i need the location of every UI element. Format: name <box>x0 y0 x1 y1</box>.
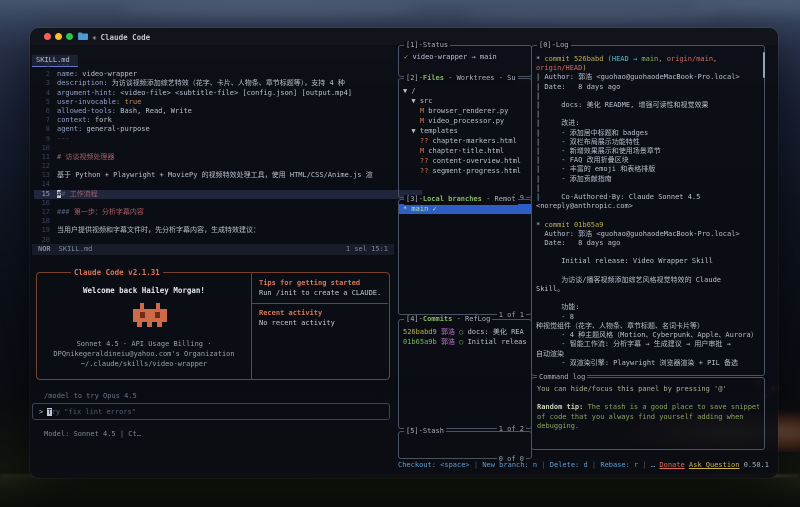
git-branches-panel-title: [3]-Local branches - Remot <box>404 195 518 205</box>
prompt-input[interactable]: > Try "fix lint errors" <box>32 403 390 420</box>
command-log-panel-title: Command log <box>537 373 587 383</box>
window-title: ✳ Claude Code <box>78 32 150 42</box>
git-status-panel-title: [1]-Status <box>404 41 450 51</box>
git-commits-panel[interactable]: [4]-Commits - RefLog 526babd9 郭浩 ○ docs:… <box>398 319 532 429</box>
desktop: ✳ Claude Code SKILL.md 1---2name: video-… <box>0 0 800 507</box>
statusbar-position: 1 sel 15:1 <box>346 244 388 255</box>
claude-box-right-column: Tips for getting started Run /init to cr… <box>251 273 388 379</box>
command-log-content: You can hide/focus this panel by pressin… <box>532 378 764 431</box>
model-status-line: Model: Sonnet 4.5 | Ct… <box>44 430 141 438</box>
account-info: Sonnet 4.5 - API Usage Billing · DPQnike… <box>37 339 251 369</box>
claude-box-left-column: Welcome back Hailey Morgan! Sonnet 4. <box>37 273 251 379</box>
lazygit-options-bar[interactable]: Checkout: <space> | New branch: n | Dele… <box>398 459 776 471</box>
git-log-panel[interactable]: [0]-Log * commit 526babd (HEAD → main, o… <box>531 45 765 376</box>
model-hint: /model to try Opus 4.5 <box>44 392 137 400</box>
maximize-icon[interactable] <box>66 33 73 40</box>
welcome-message: Welcome back Hailey Morgan! <box>37 286 251 295</box>
git-files-panel-title: [2]-Files - Worktrees - Su <box>404 74 518 84</box>
git-branches-count: 1 of 1 <box>497 311 526 319</box>
account-organization: DPQnikegeraldineiu@yahoo.com's Organizat… <box>37 349 251 359</box>
git-stash-panel[interactable]: [5]-Stash 0 of 0 <box>398 431 532 459</box>
wallpaper-cloud <box>460 8 720 21</box>
terminal-window: ✳ Claude Code SKILL.md 1---2name: video-… <box>30 28 778 478</box>
working-directory: ~/.claude/skills/video-wrapper <box>37 359 251 369</box>
editor-statusbar: NOR SKILL.md 1 sel 15:1 <box>32 244 394 255</box>
editor-mode: NOR <box>38 245 51 253</box>
editor-buffer[interactable]: 1---2name: video-wrapper3description: 为访… <box>34 61 422 245</box>
git-file-tree[interactable]: ▼ / ▼ src M browser_renderer.py M video_… <box>399 79 531 176</box>
minimize-icon[interactable] <box>55 33 62 40</box>
git-commits-panel-title: [4]-Commits - RefLog <box>404 315 492 325</box>
tips-title: Tips for getting started <box>259 279 381 287</box>
editor-tabbar: SKILL.md <box>32 47 394 59</box>
command-log-panel[interactable]: Command log You can hide/focus this pane… <box>531 377 765 450</box>
statusbar-left: NOR SKILL.md <box>38 244 92 255</box>
git-branches-panel[interactable]: [3]-Local branches - Remot * main ✓ 1 of… <box>398 199 532 315</box>
recent-activity-body: No recent activity <box>259 319 381 327</box>
recent-activity-title: Recent activity <box>259 309 381 317</box>
account-plan: Sonnet 4.5 - API Usage Billing · <box>37 339 251 349</box>
git-log-panel-title: [0]-Log <box>537 41 571 51</box>
git-log-content: * commit 526babd (HEAD → main, origin/ma… <box>532 46 764 368</box>
wallpaper-cloud <box>690 0 800 12</box>
folder-icon <box>78 32 88 42</box>
wallpaper-cloud <box>120 2 420 18</box>
tips-body: Run /init to create a CLAUDE.m… <box>259 289 381 297</box>
wallpaper-grass <box>0 478 800 507</box>
claude-mascot-icon <box>133 303 167 333</box>
window-title-text: Claude Code <box>101 33 151 42</box>
git-status-panel[interactable]: [1]-Status ✓ video-wrapper → main <box>398 45 532 77</box>
log-scrollbar[interactable] <box>763 52 765 78</box>
divider <box>252 303 388 304</box>
close-icon[interactable] <box>44 33 51 40</box>
git-stash-panel-title: [5]-Stash <box>404 427 446 437</box>
git-files-panel[interactable]: [2]-Files - Worktrees - Su ▼ / ▼ src M b… <box>398 78 532 198</box>
statusbar-filename: SKILL.md <box>59 245 93 253</box>
claude-badge-icon: ✳ <box>92 33 97 42</box>
claude-welcome-box: Claude Code v2.1.31 Welcome back Hailey … <box>36 272 390 380</box>
